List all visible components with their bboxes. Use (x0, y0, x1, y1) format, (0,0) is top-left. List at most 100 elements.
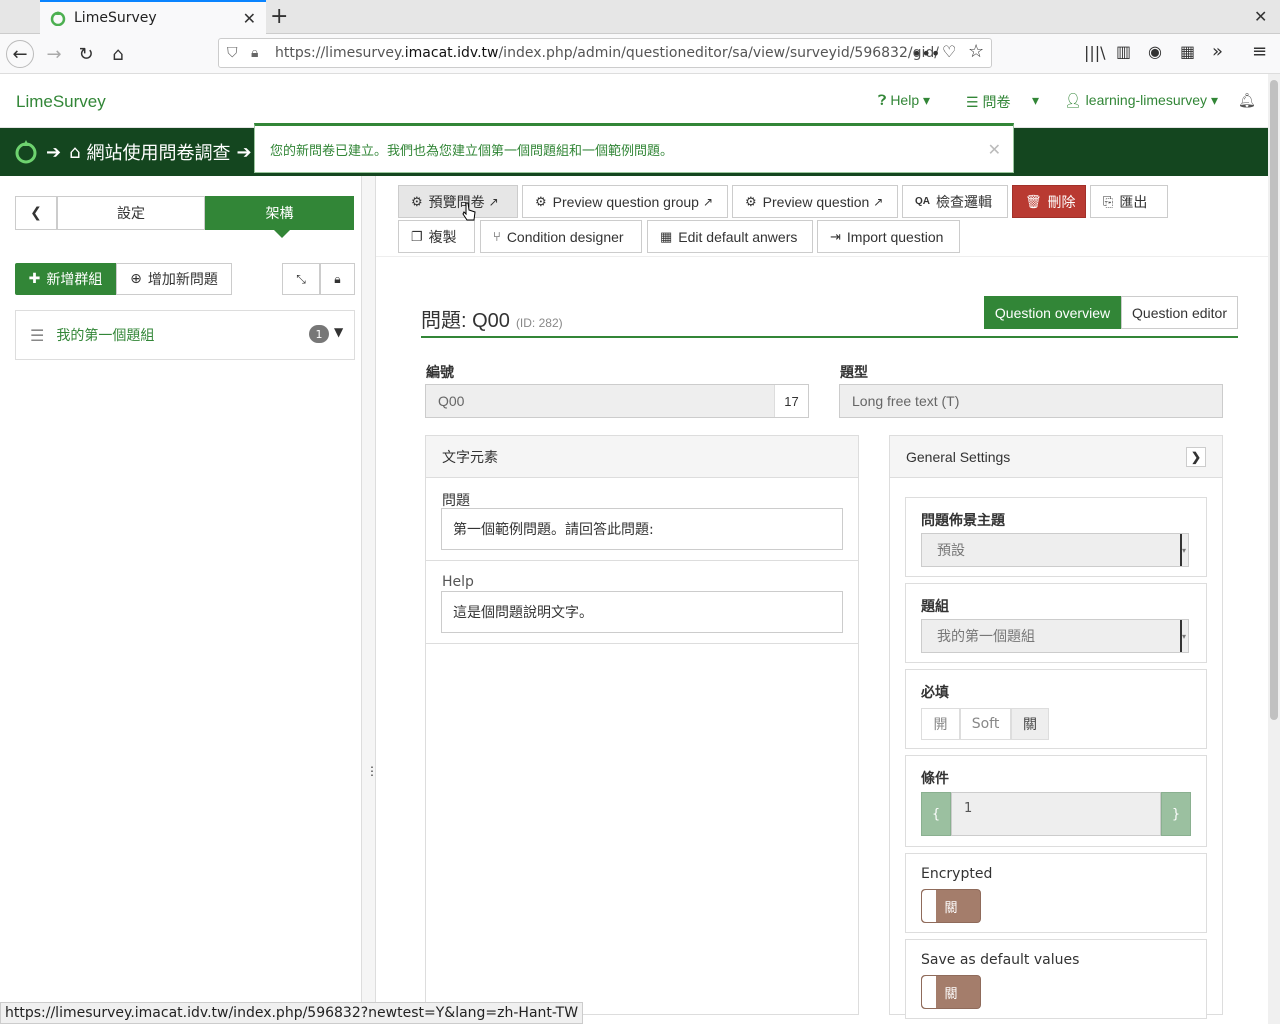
sidebar-resize-handle[interactable]: ⋮ (362, 176, 378, 1002)
library-icon[interactable]: |||\ (1084, 43, 1106, 62)
tab-settings[interactable]: 設定 (57, 196, 205, 230)
drag-handle-icon[interactable]: ☰ (30, 326, 44, 345)
notifications-bell-icon[interactable]: 🔔︎ (1238, 92, 1256, 109)
help-text-field[interactable]: 這是個問題說明文字。 (441, 591, 843, 633)
help-text-label: Help (442, 574, 474, 590)
export-button[interactable]: ⎘ 匯出 (1090, 185, 1168, 218)
mouse-pointer-icon (462, 202, 476, 221)
brand-logo[interactable]: LimeSurvey (16, 92, 106, 112)
list-item[interactable]: ☰ 我的第一個題組 1 ▼ (15, 310, 355, 360)
arrow-right-icon: ➔ (236, 141, 252, 163)
menu-icon[interactable]: ≡ (1252, 41, 1267, 62)
browser-navbar: ← → ↻ ⌂ ⛉ 🔒︎ https://limesurvey. imacat.i… (0, 34, 1280, 74)
preview-group-button[interactable]: ⚙ Preview question group ↗ (522, 185, 728, 218)
theme-select[interactable]: 預設 ▾ (921, 533, 1189, 567)
limesurvey-favicon-icon (50, 11, 66, 26)
group-select[interactable]: 我的第一個題組 ▾ (921, 619, 1189, 653)
table-icon: ▦ (660, 228, 673, 244)
question-text-label: 問題 (442, 493, 470, 509)
extensions-icon[interactable]: ▦ (1180, 42, 1195, 61)
external-link-icon: ↗ (873, 194, 884, 209)
gear-icon: ⚙ (745, 193, 757, 209)
copy-button[interactable]: ❐ 複製 (398, 220, 475, 253)
import-question-button[interactable]: ⇥ Import question (817, 220, 960, 253)
pocket-icon[interactable]: ♡ (942, 42, 956, 61)
question-code: Q00 (472, 310, 510, 332)
lock-icon: 🔒︎ (251, 45, 259, 61)
preview-survey-button[interactable]: ⚙ 預覽問卷 ↗ (398, 185, 518, 218)
help-text-value: 這是個問題說明文字。 (453, 605, 593, 621)
close-alert-icon[interactable]: ✕ (988, 140, 1001, 159)
url-host: imacat.idv.tw (404, 45, 499, 61)
close-window-icon[interactable]: ✕ (1254, 7, 1267, 26)
home-icon[interactable]: ⌂ (104, 40, 132, 68)
encrypted-label: Encrypted (921, 866, 993, 882)
reload-icon[interactable]: ↻ (72, 40, 100, 68)
save-default-label: Save as default values (921, 952, 1080, 968)
forward-icon[interactable]: → (40, 40, 68, 68)
theme-card: 問題佈景主題 預設 ▾ (905, 497, 1207, 577)
collapse-all-button[interactable]: ⤡ (282, 263, 320, 295)
mandatory-soft-option[interactable]: Soft (960, 708, 1011, 740)
group-name[interactable]: 我的第一個題組 (56, 325, 154, 345)
page-actions-icon[interactable]: ••• (912, 44, 940, 63)
condition-designer-button[interactable]: ⑂ Condition designer (480, 220, 642, 253)
url-path: /index.php/admin/questioneditor/sa/view/… (498, 45, 939, 61)
home-breadcrumb-icon[interactable]: ⌂ (69, 142, 80, 163)
lock-order-button[interactable]: 🔒︎ (320, 263, 355, 295)
user-menu[interactable]: 👤︎ learning-limesurvey ▾ (1064, 92, 1218, 109)
scrollbar-thumb[interactable] (1270, 80, 1278, 720)
add-question-button[interactable]: ⊕ 增加新問題 (116, 263, 232, 295)
copy-icon: ❐ (411, 228, 423, 244)
condition-close-brace: } (1161, 792, 1191, 836)
help-menu[interactable]: ❓︎ Help ▾ (878, 92, 930, 109)
general-settings-panel: General Settings ❯ 問題佈景主題 預設 ▾ 題組 我的第一個題組… (889, 435, 1223, 1019)
add-group-button[interactable]: ✚ 新增群組 (15, 263, 116, 295)
compress-icon: ⤡ (296, 271, 306, 286)
tab-structure-label: 架構 (265, 206, 294, 222)
overflow-icon[interactable]: » (1212, 41, 1223, 62)
code-counter: 17 (774, 385, 808, 417)
question-title-prefix: 問題: (421, 310, 467, 332)
surveys-menu[interactable]: ☰ 問卷 (966, 92, 1010, 112)
question-editor-button[interactable]: Question editor (1121, 296, 1238, 329)
new-tab-icon[interactable]: + (270, 4, 288, 29)
mandatory-on-label: 開 (933, 717, 948, 733)
question-circle-icon: ❓︎ (878, 92, 887, 108)
gear-icon: ⚙ (535, 193, 547, 209)
delete-button[interactable]: 🗑︎ 刪除 (1012, 185, 1086, 218)
tab-structure[interactable]: 架構 (205, 196, 354, 230)
mandatory-off-option[interactable]: 關 (1011, 708, 1049, 740)
bookmark-star-icon[interactable]: ☆ (968, 41, 984, 62)
page-title: 問題: Q00 (ID: 282) (421, 304, 563, 333)
sidebar-toggle-icon[interactable]: ▥ (1116, 42, 1131, 61)
surveys-dropdown-caret[interactable]: ▾ (1032, 92, 1039, 109)
condition-textarea[interactable]: 1 (951, 792, 1161, 836)
preview-question-button[interactable]: ⚙ Preview question ↗ (732, 185, 898, 218)
theme-label: 問題佈景主題 (921, 513, 1005, 529)
back-icon[interactable]: ← (6, 40, 34, 68)
group-value: 我的第一個題組 (937, 629, 1035, 645)
url-bar[interactable]: ⛉ 🔒︎ https://limesurvey. imacat.idv.tw/in… (218, 38, 992, 68)
account-icon[interactable]: ◉ (1148, 42, 1162, 61)
caret-down-icon[interactable]: ▼ (334, 325, 343, 339)
preview-group-label: Preview question group (552, 193, 699, 210)
gear-icon: ⚙ (411, 193, 423, 209)
close-tab-icon[interactable]: ✕ (243, 9, 256, 28)
encrypted-toggle[interactable]: 關 (921, 889, 981, 923)
type-value: Long free text (T) (852, 393, 960, 409)
mandatory-on-option[interactable]: 開 (921, 708, 960, 740)
check-logic-button[interactable]: QA 檢查邏輯 (902, 185, 1008, 218)
question-id: (ID: 282) (515, 316, 563, 330)
question-overview-button[interactable]: Question overview (984, 296, 1121, 329)
overview-label: Question overview (994, 304, 1111, 321)
breadcrumb-survey-title[interactable]: 網站使用問卷調查 (87, 139, 231, 165)
page-scrollbar[interactable] (1268, 74, 1280, 1024)
edit-default-answers-button[interactable]: ▦ Edit default anwers (647, 220, 813, 253)
question-text-field[interactable]: 第一個範例問題。請回答此問題: (441, 508, 843, 550)
browser-tab[interactable]: LimeSurvey ✕ (40, 0, 266, 34)
app-header: LimeSurvey ❓︎ Help ▾ ☰ 問卷 ▾ 👤︎ learning-… (0, 74, 1268, 128)
save-default-toggle[interactable]: 關 (921, 975, 981, 1009)
expand-settings-button[interactable]: ❯ (1186, 447, 1206, 467)
collapse-sidebar-button[interactable]: ❮ (15, 196, 57, 230)
